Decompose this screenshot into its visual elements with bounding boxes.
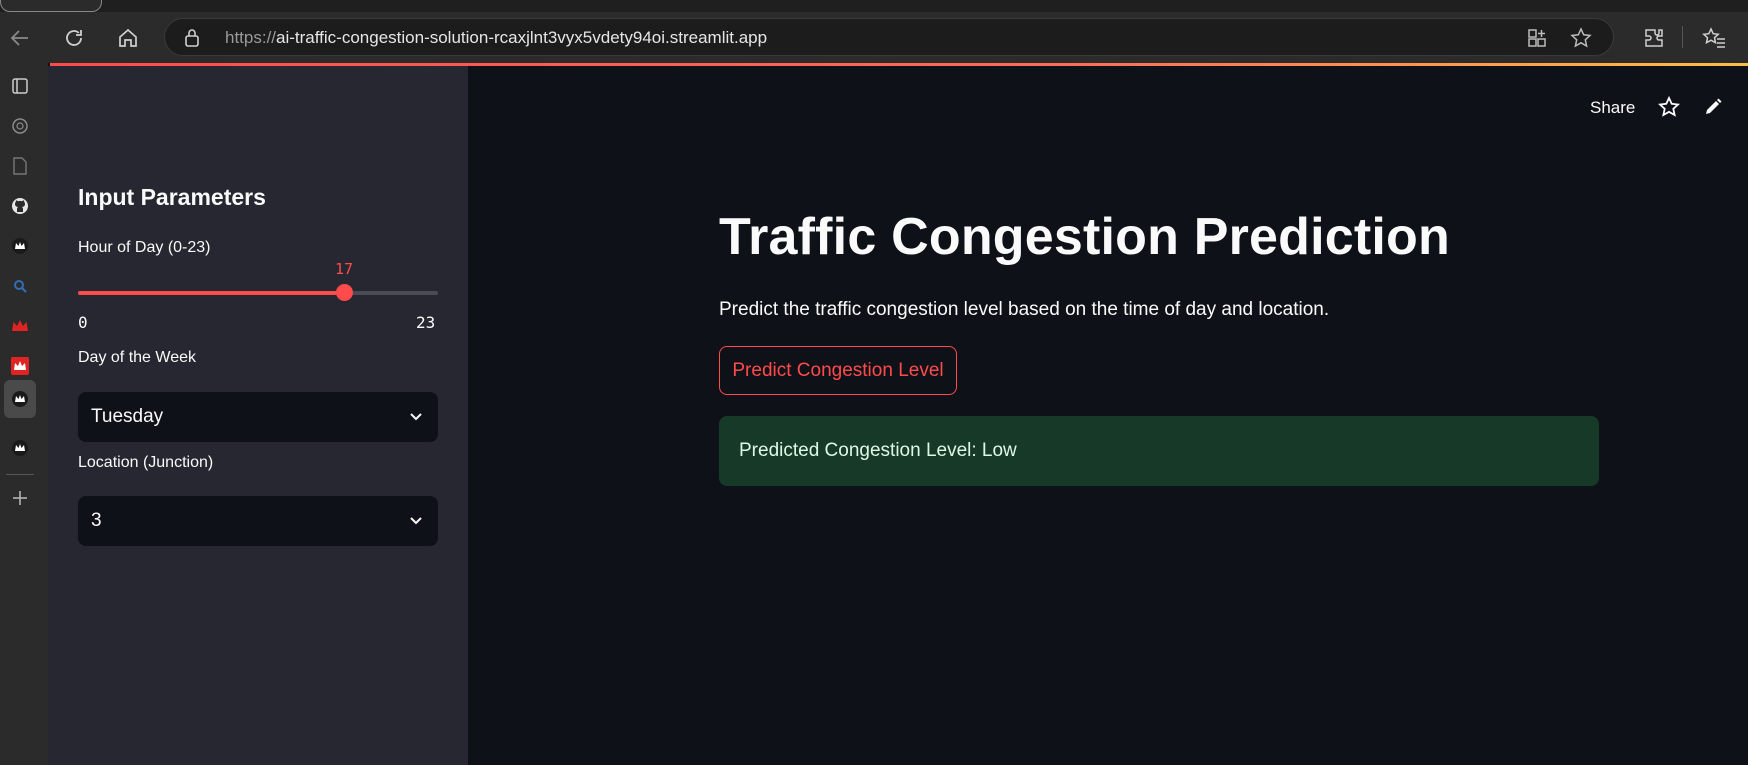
tab-strip (0, 0, 1748, 12)
location-select-label: Location (Junction) (78, 454, 214, 471)
page-description: Predict the traffic congestion level bas… (719, 299, 1330, 320)
app-available-icon[interactable] (1527, 28, 1547, 53)
url-text[interactable]: https://ai-traffic-congestion-solution-r… (225, 28, 767, 48)
day-select[interactable]: Tuesday (78, 392, 438, 442)
chevron-down-icon (408, 408, 424, 429)
hour-slider-label: Hour of Day (0-23) (78, 239, 211, 256)
browser-side-rail (0, 63, 48, 765)
edit-pencil-icon[interactable] (1703, 97, 1723, 122)
address-bar[interactable]: https://ai-traffic-congestion-solution-r… (164, 18, 1614, 56)
predict-congestion-button[interactable]: Predict Congestion Level (719, 346, 957, 395)
document-icon[interactable] (4, 150, 36, 182)
hour-slider-value: 17 (334, 260, 354, 278)
home-icon[interactable] (114, 24, 142, 52)
browser-toolbar: https://ai-traffic-congestion-solution-r… (0, 12, 1748, 63)
prediction-result-text: Predicted Congestion Level: Low (739, 440, 1017, 461)
crown-app-active-icon[interactable] (4, 380, 36, 418)
share-button[interactable]: Share (1590, 98, 1635, 118)
chatgpt-icon[interactable] (4, 110, 36, 142)
add-icon[interactable] (4, 482, 36, 514)
hour-slider-min: 0 (78, 313, 88, 332)
red-crown-icon[interactable] (4, 310, 36, 342)
crown-app-icon-2[interactable] (4, 432, 36, 464)
day-select-value: Tuesday (91, 406, 164, 427)
red-crown-square-icon[interactable] (4, 350, 36, 382)
chevron-down-icon (408, 512, 424, 533)
sidebar-title: Input Parameters (78, 184, 266, 210)
reload-icon[interactable] (60, 24, 88, 52)
tab-actions-icon[interactable] (4, 70, 36, 102)
rail-divider (6, 474, 34, 475)
input-sidebar: Input Parameters Hour of Day (0-23) 17 0… (48, 66, 468, 765)
prediction-result-alert: Predicted Congestion Level: Low (719, 416, 1599, 486)
extensions-icon[interactable] (1640, 24, 1668, 52)
favorite-star-icon[interactable] (1570, 27, 1592, 54)
location-select-value: 3 (91, 510, 102, 531)
hour-slider[interactable]: 17 (78, 260, 438, 301)
page-title: Traffic Congestion Prediction (719, 208, 1450, 266)
toolbar-divider (1682, 26, 1683, 48)
github-icon[interactable] (4, 190, 36, 222)
hour-slider-thumb[interactable] (336, 284, 353, 301)
day-select-label: Day of the Week (78, 349, 196, 366)
hour-slider-fill (78, 291, 344, 295)
location-select[interactable]: 3 (78, 496, 438, 546)
favorites-icon[interactable] (1700, 24, 1728, 52)
hour-slider-max: 23 (416, 313, 436, 332)
star-icon[interactable] (1657, 95, 1681, 123)
search-app-icon[interactable] (4, 270, 36, 302)
lock-icon[interactable] (183, 28, 201, 53)
back-icon[interactable] (6, 24, 34, 52)
crown-app-icon[interactable] (4, 230, 36, 262)
browser-tab[interactable] (0, 0, 102, 12)
